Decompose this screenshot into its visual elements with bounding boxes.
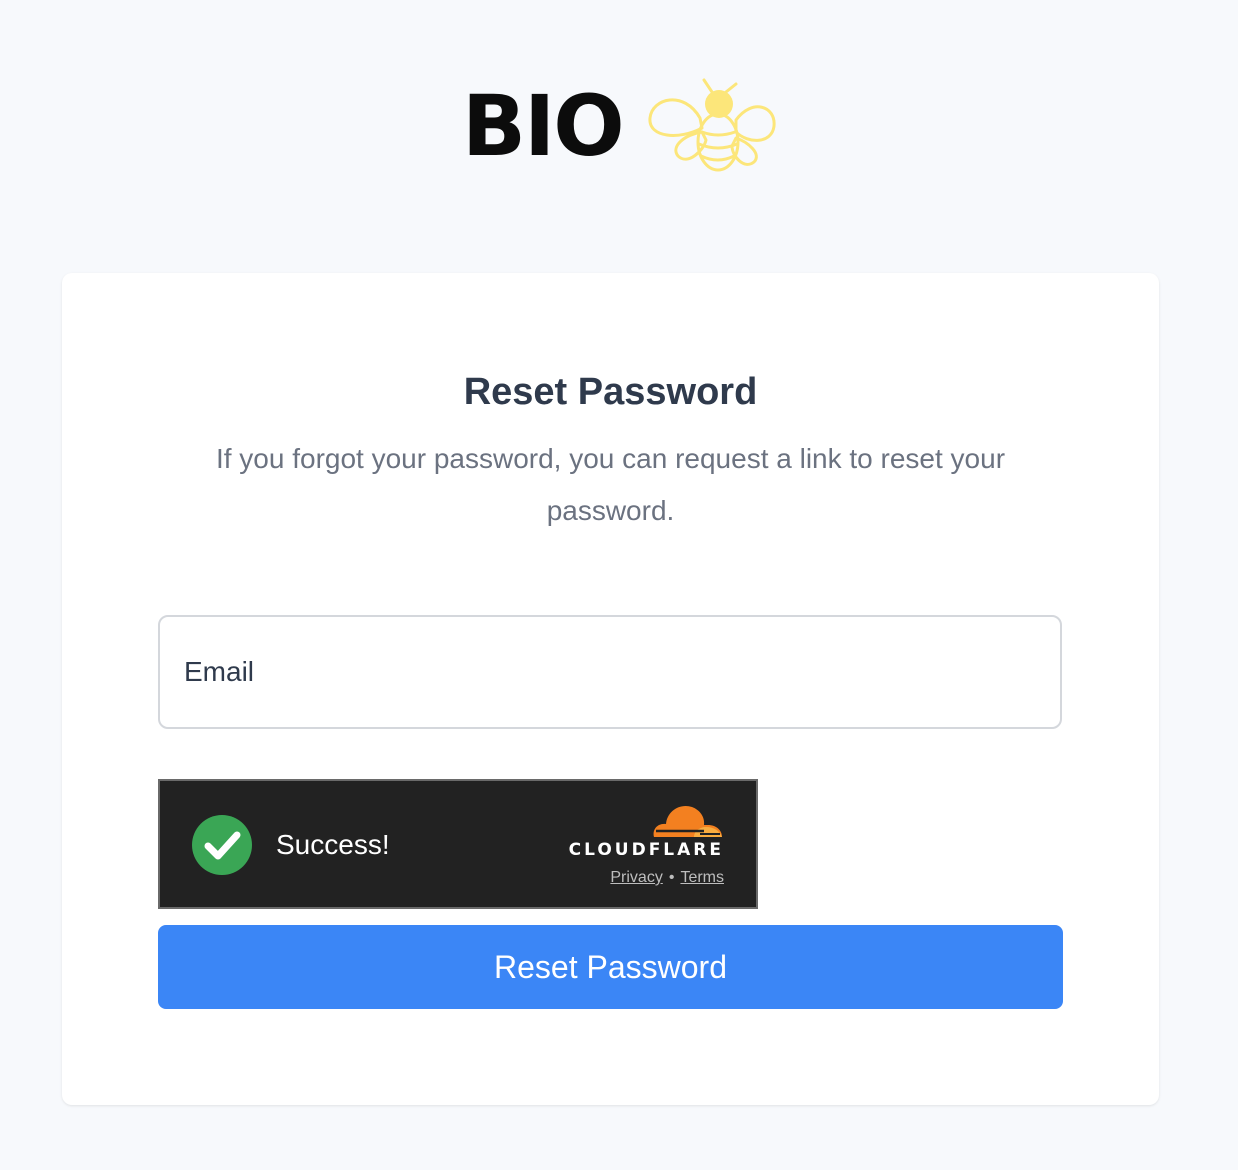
email-input[interactable] [158,615,1062,729]
page-description: If you forgot your password, you can req… [215,443,1006,526]
logo-text: BIO [462,77,625,175]
link-separator: • [668,869,675,886]
cloudflare-cloud-icon [653,805,722,837]
privacy-link[interactable]: Privacy [610,869,662,886]
page-title: Reset Password [463,371,758,413]
brand-logo: BIO [462,76,782,176]
cloudflare-turnstile-widget: Success! CLOUDFLARE Privacy • Terms [158,779,758,909]
reset-password-button[interactable]: Reset Password [158,925,1063,1009]
terms-link[interactable]: Terms [680,869,724,886]
cloudflare-brand: CLOUDFLARE Privacy • Terms [564,803,724,893]
turnstile-status-text: Success! [276,829,390,860]
bee-icon [648,78,776,172]
cloudflare-wordmark: CLOUDFLARE [568,840,724,860]
check-circle-icon [192,815,252,875]
reset-password-card: Reset Password If you forgot your passwo… [62,273,1159,1105]
cloudflare-links: Privacy • Terms [610,867,724,889]
